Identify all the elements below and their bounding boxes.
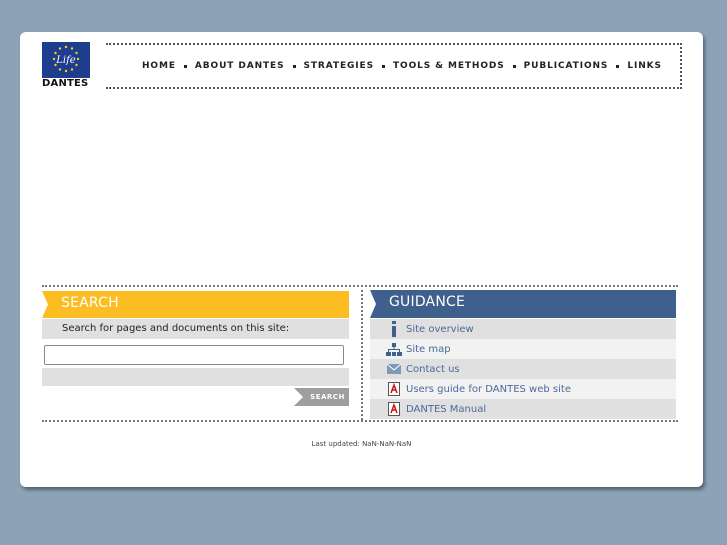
guidance-item-label: Users guide for DANTES web site: [406, 383, 571, 395]
pdf-icon: [386, 402, 402, 416]
search-strip: [42, 368, 349, 386]
guidance-list: Site overview Site map Contact us Users …: [370, 319, 676, 419]
section-divider-bottom: [42, 420, 678, 422]
nav-about-dantes[interactable]: ABOUT DANTES: [195, 61, 285, 71]
nav-publications[interactable]: PUBLICATIONS: [524, 61, 609, 71]
search-description-bar: Search for pages and documents on this s…: [42, 319, 349, 339]
guidance-item-label: Site map: [406, 343, 451, 355]
dantes-logo[interactable]: Life DANTES: [42, 42, 94, 92]
main-nav: HOME ABOUT DANTES STRATEGIES TOOLS & MET…: [142, 61, 662, 71]
guidance-item-contact-us[interactable]: Contact us: [370, 359, 676, 379]
guidance-item-label: DANTES Manual: [406, 403, 487, 415]
search-panel-header: SEARCH: [42, 291, 349, 318]
nav-separator: [183, 64, 187, 68]
guidance-panel-title: GUIDANCE: [389, 294, 466, 310]
last-updated-text: Last updated: NaN-NaN-NaN: [311, 440, 412, 448]
nav-separator: [616, 64, 620, 68]
section-divider-middle: [361, 290, 363, 420]
nav-links[interactable]: LINKS: [627, 61, 662, 71]
logo-text: DANTES: [42, 78, 89, 89]
search-input[interactable]: [44, 345, 344, 365]
nav-tools-methods[interactable]: TOOLS & METHODS: [393, 61, 505, 71]
nav-strategies[interactable]: STRATEGIES: [304, 61, 374, 71]
nav-separator: [292, 64, 296, 68]
guidance-panel-header: GUIDANCE: [370, 290, 676, 318]
section-divider-top: [42, 285, 678, 287]
sitemap-icon: [386, 342, 402, 356]
guidance-item-label: Contact us: [406, 363, 460, 375]
guidance-item-site-map[interactable]: Site map: [370, 339, 676, 359]
nav-home[interactable]: HOME: [142, 61, 176, 71]
emblem-text: Life: [55, 55, 76, 66]
guidance-item-site-overview[interactable]: Site overview: [370, 319, 676, 339]
nav-separator: [381, 64, 385, 68]
guidance-item-label: Site overview: [406, 323, 474, 335]
guidance-item-dantes-manual[interactable]: DANTES Manual: [370, 399, 676, 419]
guidance-item-users-guide[interactable]: Users guide for DANTES web site: [370, 379, 676, 399]
nav-separator: [512, 64, 516, 68]
mail-icon: [386, 362, 402, 376]
page-card: Life DANTES HOME ABOUT DANTES STRATEGIES…: [20, 32, 703, 487]
search-button[interactable]: SEARCH: [294, 388, 349, 406]
search-panel-title: SEARCH: [61, 295, 119, 311]
header-nav-frame: HOME ABOUT DANTES STRATEGIES TOOLS & MET…: [106, 43, 682, 89]
info-icon: [386, 321, 402, 337]
eu-life-emblem-icon: Life: [42, 42, 90, 78]
search-description: Search for pages and documents on this s…: [62, 323, 290, 334]
pdf-icon: [386, 382, 402, 396]
